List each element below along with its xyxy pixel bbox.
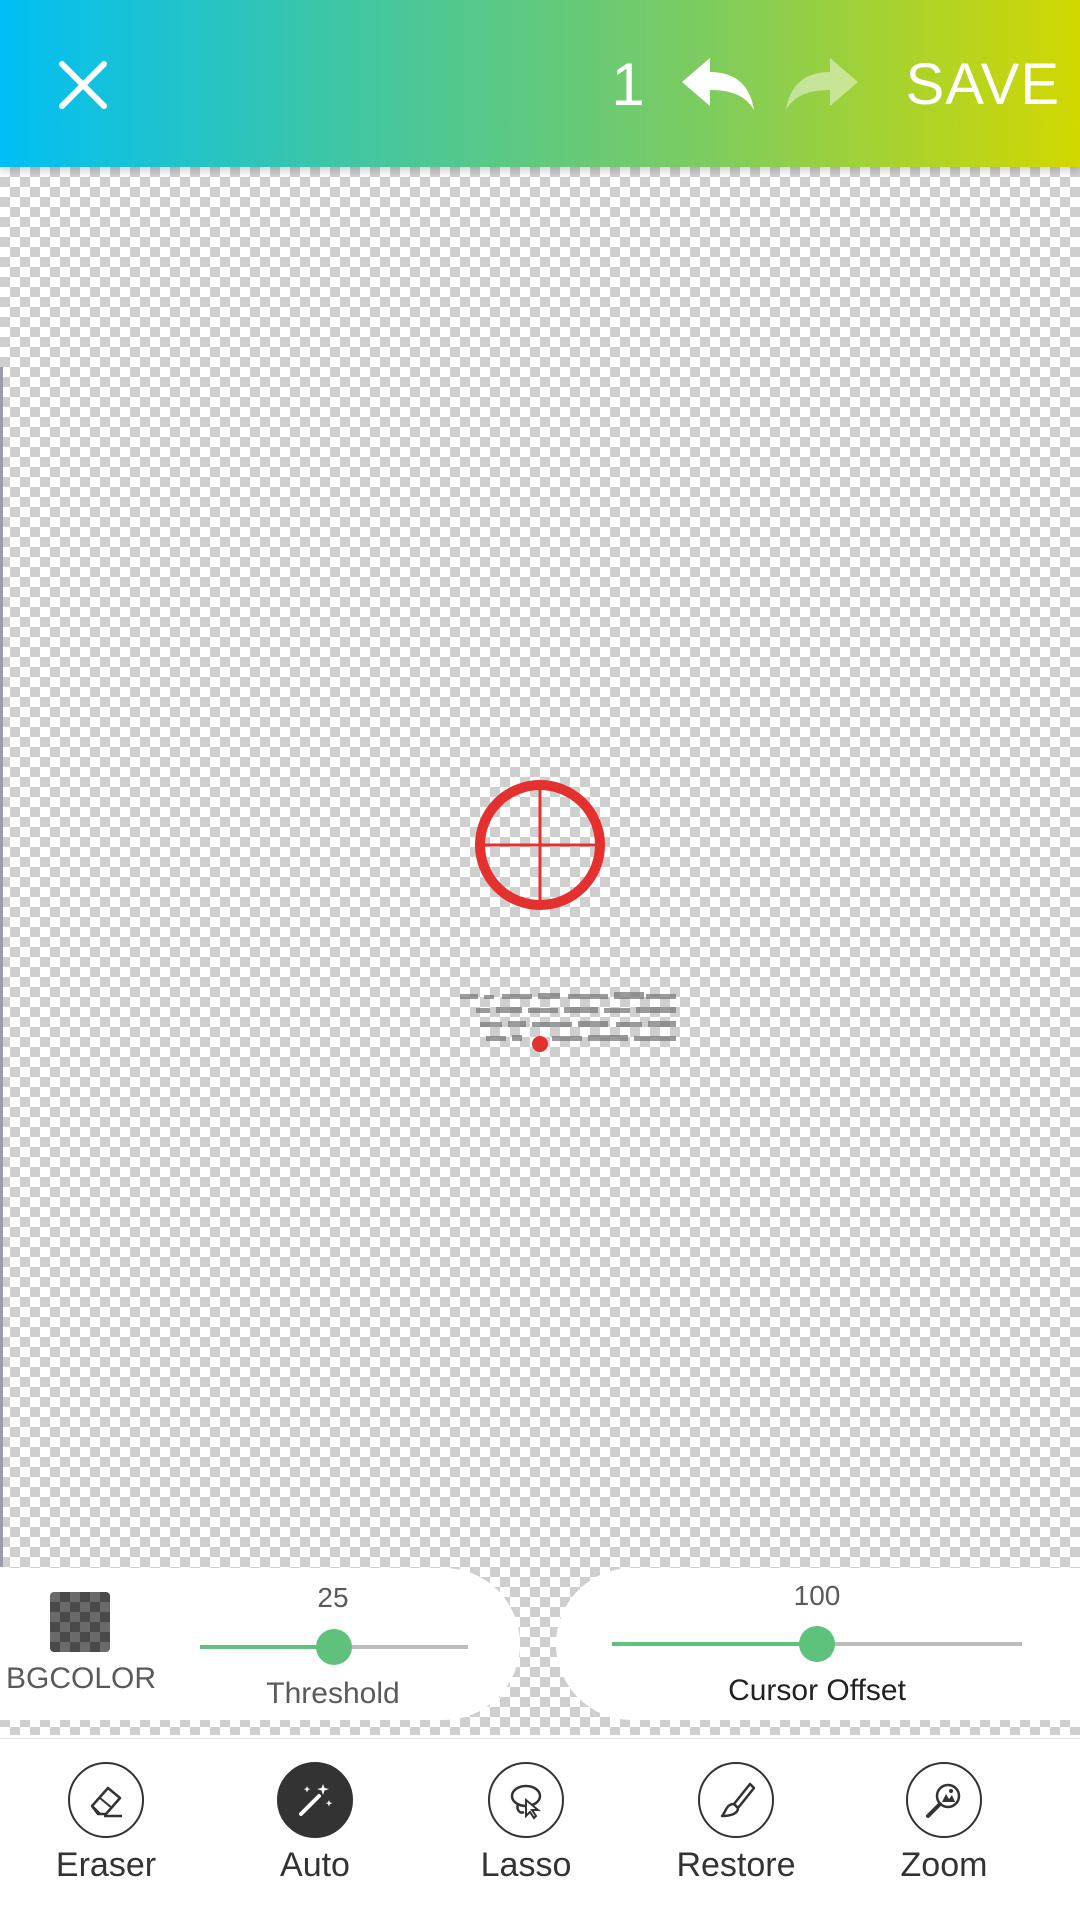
eraser-icon: [90, 1786, 122, 1818]
top-bar: 1 SAVE: [0, 0, 1080, 167]
bgcolor-label[interactable]: BGCOLOR: [6, 1662, 156, 1696]
cursor-offset-slider[interactable]: [612, 1626, 1022, 1662]
undo-button[interactable]: [676, 52, 758, 118]
tool-eraser-circle: [68, 1762, 144, 1838]
save-button[interactable]: SAVE: [900, 46, 1060, 124]
cursor-offset-value: 100: [793, 1580, 841, 1611]
cursor-offset-slider-fill: [612, 1642, 817, 1646]
tool-restore-label: Restore: [676, 1846, 796, 1884]
tool-lasso[interactable]: Lasso: [441, 1762, 611, 1902]
close-button[interactable]: [50, 52, 116, 118]
crosshair-target-icon[interactable]: [470, 775, 610, 915]
tool-auto-label: Auto: [280, 1846, 350, 1884]
cursor-offset-label: Cursor Offset: [728, 1674, 906, 1707]
threshold-slider-fill: [200, 1645, 334, 1649]
tool-zoom-label: Zoom: [900, 1846, 988, 1884]
tool-lasso-label: Lasso: [480, 1846, 572, 1884]
tool-zoom[interactable]: Zoom: [859, 1762, 1029, 1902]
tool-auto-circle: [277, 1762, 353, 1838]
threshold-label: Threshold: [266, 1677, 400, 1710]
tool-zoom-circle: [906, 1762, 982, 1838]
magic-wand-icon: [299, 1784, 333, 1816]
lasso-icon: [510, 1784, 542, 1820]
tool-restore-circle: [698, 1762, 774, 1838]
redo-icon: [786, 58, 858, 110]
redo-button[interactable]: [782, 52, 864, 118]
threshold-value: 25: [317, 1582, 349, 1613]
close-icon: [59, 61, 107, 109]
tool-eraser[interactable]: Eraser: [21, 1762, 191, 1902]
threshold-slider-thumb[interactable]: [316, 1629, 352, 1665]
undo-icon: [682, 58, 754, 110]
tool-restore[interactable]: Restore: [651, 1762, 821, 1902]
cursor-offset-slider-thumb[interactable]: [799, 1626, 835, 1662]
tool-eraser-label: Eraser: [55, 1846, 157, 1884]
tool-auto[interactable]: Auto: [230, 1762, 400, 1902]
threshold-slider[interactable]: [200, 1629, 468, 1665]
image-fragment: [460, 992, 676, 1041]
zoom-icon: [926, 1783, 961, 1818]
tool-lasso-circle: [488, 1762, 564, 1838]
brush-icon: [720, 1782, 756, 1818]
editing-canvas[interactable]: [0, 167, 1080, 1735]
image-left-edge: [0, 367, 3, 1567]
undo-count: 1: [611, 51, 645, 118]
bgcolor-swatch[interactable]: [50, 1592, 110, 1652]
cursor-offset-dot: [532, 1036, 548, 1052]
